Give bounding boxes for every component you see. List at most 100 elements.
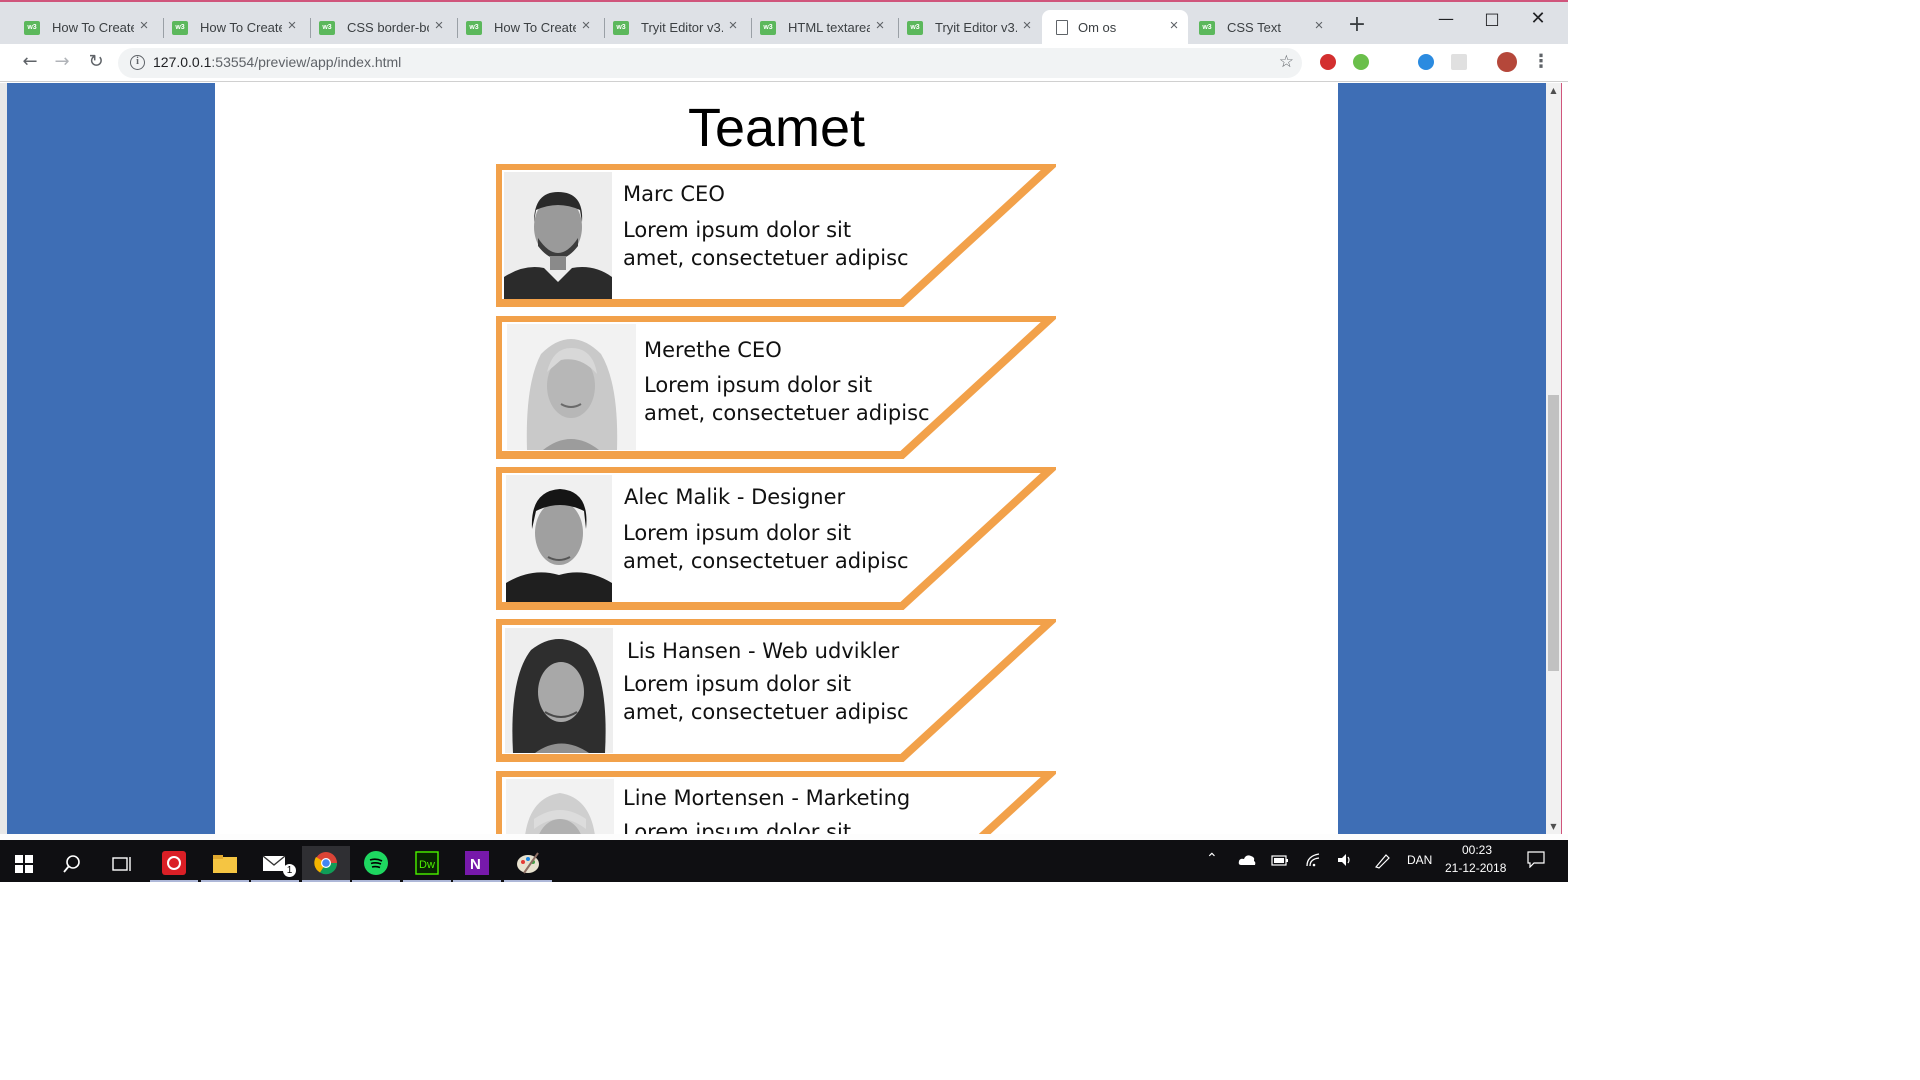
document-icon	[1056, 20, 1068, 35]
taskbar-app-spotify[interactable]	[352, 846, 400, 882]
clock-time[interactable]: 00:23	[1462, 843, 1492, 857]
action-center-icon[interactable]	[1526, 850, 1546, 868]
tab-6[interactable]: w3 HTML textarea ×	[736, 10, 894, 46]
taskbar-app-creative-cloud[interactable]	[150, 846, 198, 882]
taskbar-app-chrome[interactable]	[302, 846, 350, 882]
info-icon[interactable]: i	[130, 55, 145, 70]
reload-button[interactable]: ↻	[84, 50, 108, 74]
task-view-button[interactable]	[98, 846, 146, 882]
team-member-card: Merethe CEO Lorem ipsum dolor sit amet, …	[496, 316, 1056, 459]
portrait-line-icon	[506, 779, 614, 834]
search-button[interactable]	[48, 846, 96, 882]
description-line: Lorem ipsum dolor sit	[623, 820, 852, 834]
back-button[interactable]: ←	[18, 50, 42, 74]
taskbar-app-mail[interactable]: 1	[251, 846, 299, 882]
team-member-card: Alec Malik - Designer Lorem ipsum dolor …	[496, 467, 1056, 610]
close-icon[interactable]: ×	[1311, 18, 1327, 34]
tab-title: How To Create	[52, 20, 134, 35]
minimize-button[interactable]: —	[1423, 8, 1469, 30]
tab-9[interactable]: w3 CSS Text ×	[1175, 10, 1333, 46]
tab-title: Tryit Editor v3.	[935, 20, 1017, 35]
volume-icon[interactable]	[1337, 852, 1353, 868]
description-line: Lorem ipsum dolor sit	[623, 218, 852, 242]
new-tab-button[interactable]: +	[1346, 14, 1368, 36]
extension-box-icon[interactable]	[1451, 54, 1467, 70]
member-photo	[507, 324, 636, 450]
browser-toolbar: ← → ↻ i 127.0.0.1:53554/preview/app/inde…	[0, 44, 1568, 82]
w3-icon: w3	[613, 21, 629, 35]
page-viewport: Teamet Marc CEO Lorem ipsum dolor sit am…	[7, 83, 1546, 834]
battery-icon[interactable]	[1271, 854, 1289, 866]
taskbar-app-paint[interactable]	[504, 846, 552, 882]
extension-apple-icon[interactable]	[1353, 54, 1369, 70]
show-hidden-icons-icon[interactable]: ⌃	[1206, 850, 1218, 867]
tab-2[interactable]: w3 How To Create ×	[148, 10, 306, 46]
window-edge-left	[0, 83, 7, 834]
spotify-icon	[364, 851, 388, 875]
chrome-menu-icon[interactable]: ⋮	[1532, 52, 1550, 72]
member-photo	[506, 475, 612, 602]
opera-vpn-icon[interactable]	[1320, 54, 1336, 70]
taskbar-app-dreamweaver[interactable]: Dw	[403, 846, 451, 882]
window-edge-right	[1561, 83, 1568, 834]
tab-title: CSS Text	[1227, 20, 1281, 35]
bookmark-star-icon[interactable]: ☆	[1279, 52, 1294, 72]
mail-badge: 1	[283, 864, 296, 877]
w3-icon: w3	[172, 21, 188, 35]
profile-avatar[interactable]	[1497, 52, 1517, 72]
close-window-button[interactable]: ✕	[1515, 8, 1561, 30]
close-icon[interactable]: ×	[1019, 18, 1035, 34]
description-line: Lorem ipsum dolor sit	[623, 672, 852, 696]
description-line: Lorem ipsum dolor sit	[644, 373, 873, 397]
url-path: :53554/preview/app/index.html	[211, 54, 402, 70]
w3-icon: w3	[760, 21, 776, 35]
tab-title: HTML textarea	[788, 20, 870, 35]
scrollbar-thumb[interactable]	[1548, 395, 1559, 671]
scroll-up-arrow-icon[interactable]: ▲	[1546, 83, 1561, 98]
maximize-button[interactable]: □	[1469, 8, 1515, 30]
member-photo	[505, 628, 613, 753]
team-member-card: Line Mortensen - Marketing Lorem ipsum d…	[496, 771, 1056, 834]
windows-logo-icon	[15, 855, 33, 873]
tab-3[interactable]: w3 CSS border-bo ×	[295, 10, 453, 46]
url-host: 127.0.0.1	[153, 54, 212, 70]
description-line: Lorem ipsum dolor sit	[623, 521, 852, 545]
description-line: amet, consectetuer adipisc	[644, 401, 930, 425]
folder-icon	[213, 855, 237, 873]
clock-date[interactable]: 21-12-2018	[1445, 861, 1506, 875]
member-name: Merethe CEO	[644, 338, 782, 362]
tab-1[interactable]: w3 How To Create ×	[0, 10, 158, 46]
tab-4[interactable]: w3 How To Create ×	[442, 10, 600, 46]
tab-title: How To Create	[494, 20, 576, 35]
portrait-alec-icon	[506, 475, 612, 602]
onedrive-cloud-icon[interactable]	[1238, 854, 1256, 866]
vertical-scrollbar[interactable]: ▲ ▼	[1546, 83, 1561, 834]
team-member-card: Marc CEO Lorem ipsum dolor sit amet, con…	[496, 164, 1056, 307]
windows-taskbar: 1 Dw N ⌃ DAN 00:23 21-12-2018	[0, 834, 1568, 882]
scroll-down-arrow-icon[interactable]: ▼	[1546, 819, 1561, 834]
tab-5[interactable]: w3 Tryit Editor v3. ×	[589, 10, 747, 46]
portrait-lis-icon	[505, 628, 613, 753]
w3-icon: w3	[319, 21, 335, 35]
member-name: Marc CEO	[623, 182, 725, 206]
team-member-card: Lis Hansen - Web udvikler Lorem ipsum do…	[496, 619, 1056, 762]
windows-start-button[interactable]	[0, 846, 48, 882]
creative-cloud-icon	[162, 851, 186, 875]
extension-drop-icon[interactable]	[1418, 54, 1434, 70]
member-name: Alec Malik - Designer	[624, 485, 846, 509]
tab-strip: w3 How To Create × w3 How To Create × w3…	[0, 0, 1568, 46]
description-line: amet, consectetuer adipisc	[623, 700, 909, 724]
forward-button[interactable]: →	[50, 50, 74, 74]
address-bar[interactable]: i 127.0.0.1:53554/preview/app/index.html…	[118, 48, 1302, 78]
member-photo	[504, 172, 612, 299]
taskbar-app-onenote[interactable]: N	[453, 846, 501, 882]
member-description: Lorem ipsum dolor sit	[623, 818, 923, 834]
url-text[interactable]: 127.0.0.1:53554/preview/app/index.html	[153, 54, 401, 70]
tab-7[interactable]: w3 Tryit Editor v3. ×	[883, 10, 1041, 46]
taskbar-app-file-explorer[interactable]	[201, 846, 249, 882]
language-indicator[interactable]: DAN	[1407, 853, 1432, 867]
tab-om-os[interactable]: Om os ×	[1042, 10, 1188, 46]
paint-palette-icon	[517, 852, 539, 874]
wifi-icon[interactable]	[1305, 852, 1321, 868]
pen-workspace-icon[interactable]	[1374, 851, 1392, 869]
